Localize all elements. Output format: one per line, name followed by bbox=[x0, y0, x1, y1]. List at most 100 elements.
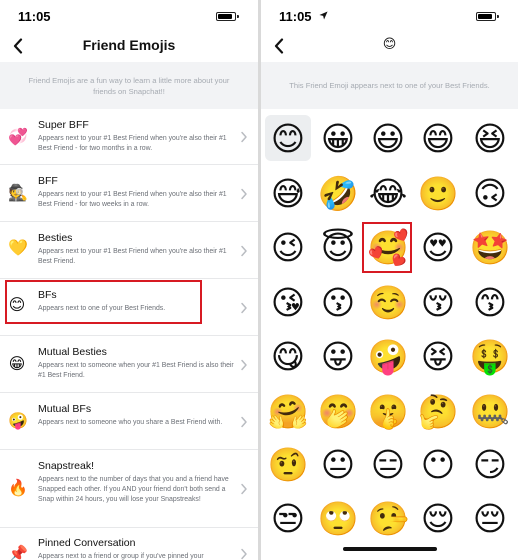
smiling-face-icon: 😊 bbox=[8, 297, 26, 314]
current-emoji: 😊 bbox=[382, 36, 397, 51]
emoji-option[interactable]: 😝 bbox=[415, 333, 461, 379]
chevron-right-icon bbox=[241, 359, 247, 371]
list-item[interactable]: 🔥 Snapstreak! Appears next to the number o… bbox=[0, 450, 258, 528]
emoji-option[interactable]: 😒 bbox=[265, 495, 311, 541]
chevron-right-icon bbox=[241, 302, 247, 314]
chevron-right-icon bbox=[241, 245, 247, 257]
yellow-heart-icon: 💛 bbox=[8, 240, 28, 257]
list-item-description: Appears next to your #1 Best Friend when… bbox=[38, 191, 227, 208]
list-item-description: Appears next to your #1 Best Friend when… bbox=[38, 135, 227, 152]
emoji-option[interactable]: 🤥 bbox=[365, 495, 411, 541]
emoji-option[interactable]: 😋 bbox=[265, 333, 311, 379]
list-item-description: Appears next to someone who you share a … bbox=[38, 419, 223, 426]
list-item[interactable]: 💛 Besties Appears next to your #1 Best Fri… bbox=[0, 222, 258, 279]
list-item-description: Appears next to the number of days that … bbox=[38, 476, 229, 503]
list-item-title: Super BFF bbox=[38, 119, 89, 131]
pushpin-icon: 📌 bbox=[8, 546, 28, 560]
list-item-description: Appears next to your #1 Best Friend when… bbox=[38, 248, 227, 265]
emoji-picker-screen: 11:05 😊 This Friend Emoji appears next t… bbox=[261, 0, 518, 560]
grimacing-face-icon: 😁 bbox=[8, 356, 26, 373]
intro-text: Friend Emojis are a fun way to learn a l… bbox=[28, 75, 230, 96]
battery-icon bbox=[476, 12, 499, 21]
emoji-option[interactable]: 😑 bbox=[365, 441, 411, 487]
nav-header: 😊 bbox=[261, 30, 518, 62]
battery-icon bbox=[216, 12, 239, 21]
status-time: 11:05 bbox=[18, 9, 51, 24]
chevron-right-icon bbox=[241, 188, 247, 200]
fire-icon: 🔥 bbox=[8, 480, 28, 497]
emoji-option[interactable]: 😃 bbox=[365, 115, 411, 161]
emoji-option[interactable]: 😆 bbox=[467, 115, 513, 161]
intro-banner: Friend Emojis are a fun way to learn a l… bbox=[0, 62, 258, 109]
emoji-option[interactable]: 😉 bbox=[265, 224, 311, 270]
emoji-option[interactable]: 😍 bbox=[415, 224, 461, 270]
list-item[interactable]: 😊 BFs Appears next to one of your Best Fri… bbox=[0, 279, 258, 336]
chevron-right-icon bbox=[241, 483, 247, 495]
emoji-option[interactable]: 🤣 bbox=[315, 170, 361, 216]
emoji-option[interactable]: 😶 bbox=[415, 441, 461, 487]
list-item-title: Snapstreak! bbox=[38, 460, 95, 472]
list-item[interactable]: 🤪 Mutual BFs Appears next to someone who y… bbox=[0, 393, 258, 450]
emoji-option[interactable]: 😙 bbox=[467, 279, 513, 325]
emoji-option[interactable]: 🤐 bbox=[467, 388, 513, 434]
emoji-option[interactable]: 😗 bbox=[315, 279, 361, 325]
emoji-option[interactable]: 😛 bbox=[315, 333, 361, 379]
list-item-title: Pinned Conversation bbox=[38, 537, 136, 549]
emoji-option[interactable]: 😚 bbox=[415, 279, 461, 325]
emoji-option[interactable]: 😄 bbox=[415, 115, 461, 161]
emoji-option[interactable]: 🤑 bbox=[467, 333, 513, 379]
emoji-option[interactable]: 🙃 bbox=[467, 170, 513, 216]
friend-emojis-screen: 11:05 Friend Emojis Friend Emojis are a … bbox=[0, 0, 258, 560]
intro-text: This Friend Emoji appears next to one of… bbox=[289, 81, 490, 90]
emoji-option[interactable]: 🤪 bbox=[365, 333, 411, 379]
nav-header: Friend Emojis bbox=[0, 30, 258, 62]
emoji-option[interactable]: 🤩 bbox=[467, 224, 513, 270]
heart-love-icon: 💞 bbox=[8, 129, 28, 146]
list-item[interactable]: 💞 Super BFF Appears next to your #1 Best F… bbox=[0, 109, 258, 165]
emoji-option[interactable]: 🤫 bbox=[365, 388, 411, 434]
emoji-option[interactable]: 😇 bbox=[315, 224, 361, 270]
emoji-option[interactable]: 😀 bbox=[315, 115, 361, 161]
emoji-option[interactable]: 🤔 bbox=[415, 388, 461, 434]
emoji-option[interactable]: 😏 bbox=[467, 441, 513, 487]
zany-face-icon: 🤪 bbox=[8, 413, 28, 430]
emoji-option[interactable]: 🥰 bbox=[365, 224, 411, 270]
emoji-option[interactable]: 🤗 bbox=[265, 388, 311, 434]
list-item-title: BFF bbox=[38, 175, 58, 187]
emoji-option[interactable]: 😐 bbox=[315, 441, 361, 487]
list-item[interactable]: 📌 Pinned Conversation Appears next to a fr… bbox=[0, 528, 258, 560]
emoji-option[interactable]: 🤭 bbox=[315, 388, 361, 434]
list-item[interactable]: 🕵️ BFF Appears next to your #1 Best Friend… bbox=[0, 165, 258, 222]
emoji-option[interactable]: 😂 bbox=[365, 170, 411, 216]
list-item[interactable]: 😁 Mutual Besties Appears next to someone w… bbox=[0, 336, 258, 393]
emoji-option[interactable]: 😘 bbox=[265, 279, 311, 325]
emoji-option[interactable]: 😌 bbox=[415, 495, 461, 541]
emoji-option[interactable]: 😔 bbox=[467, 495, 513, 541]
emoji-option[interactable]: ☺️ bbox=[365, 279, 411, 325]
list-item-title: BFs bbox=[38, 289, 57, 301]
list-item-title: Mutual Besties bbox=[38, 346, 107, 358]
list-item-title: Mutual BFs bbox=[38, 403, 92, 415]
list-item-description: Appears next to someone when your #1 Bes… bbox=[38, 362, 234, 379]
status-bar: 11:05 bbox=[261, 0, 518, 30]
chevron-right-icon bbox=[241, 548, 247, 560]
status-time: 11:05 bbox=[279, 9, 312, 24]
home-indicator bbox=[343, 547, 437, 551]
emoji-option[interactable]: 🤨 bbox=[265, 441, 311, 487]
chevron-right-icon bbox=[241, 416, 247, 428]
emoji-option[interactable]: 😅 bbox=[265, 170, 311, 216]
emoji-grid: 😊 😀 😃 😄 😆 😅 🤣 😂 🙂 🙃 😉 😇 🥰 😍 🤩 😘 😗 ☺️ 😚 😙 😋 😛 🤪 😝 🤑 🤗 🤭 🤫 🤔 🤐 🤨 😐 😑 😶 😏 😒 🙄 🤥 😌… bbox=[261, 109, 518, 560]
chevron-right-icon bbox=[241, 131, 247, 143]
friend-emoji-list: 💞 Super BFF Appears next to your #1 Best F… bbox=[0, 109, 258, 560]
status-bar: 11:05 bbox=[0, 0, 258, 30]
list-item-description: Appears next to one of your Best Friends… bbox=[38, 305, 166, 312]
list-item-description: Appears next to a friend or group if you… bbox=[38, 553, 204, 560]
intro-banner: This Friend Emoji appears next to one of… bbox=[261, 62, 518, 109]
emoji-option[interactable]: 😊 bbox=[265, 115, 311, 161]
location-arrow-icon bbox=[319, 11, 328, 20]
page-title: Friend Emojis bbox=[82, 37, 176, 53]
list-item-title: Besties bbox=[38, 232, 73, 244]
detective-icon: 🕵️ bbox=[8, 185, 28, 202]
emoji-option[interactable]: 🙂 bbox=[415, 170, 461, 216]
emoji-option[interactable]: 🙄 bbox=[315, 495, 361, 541]
